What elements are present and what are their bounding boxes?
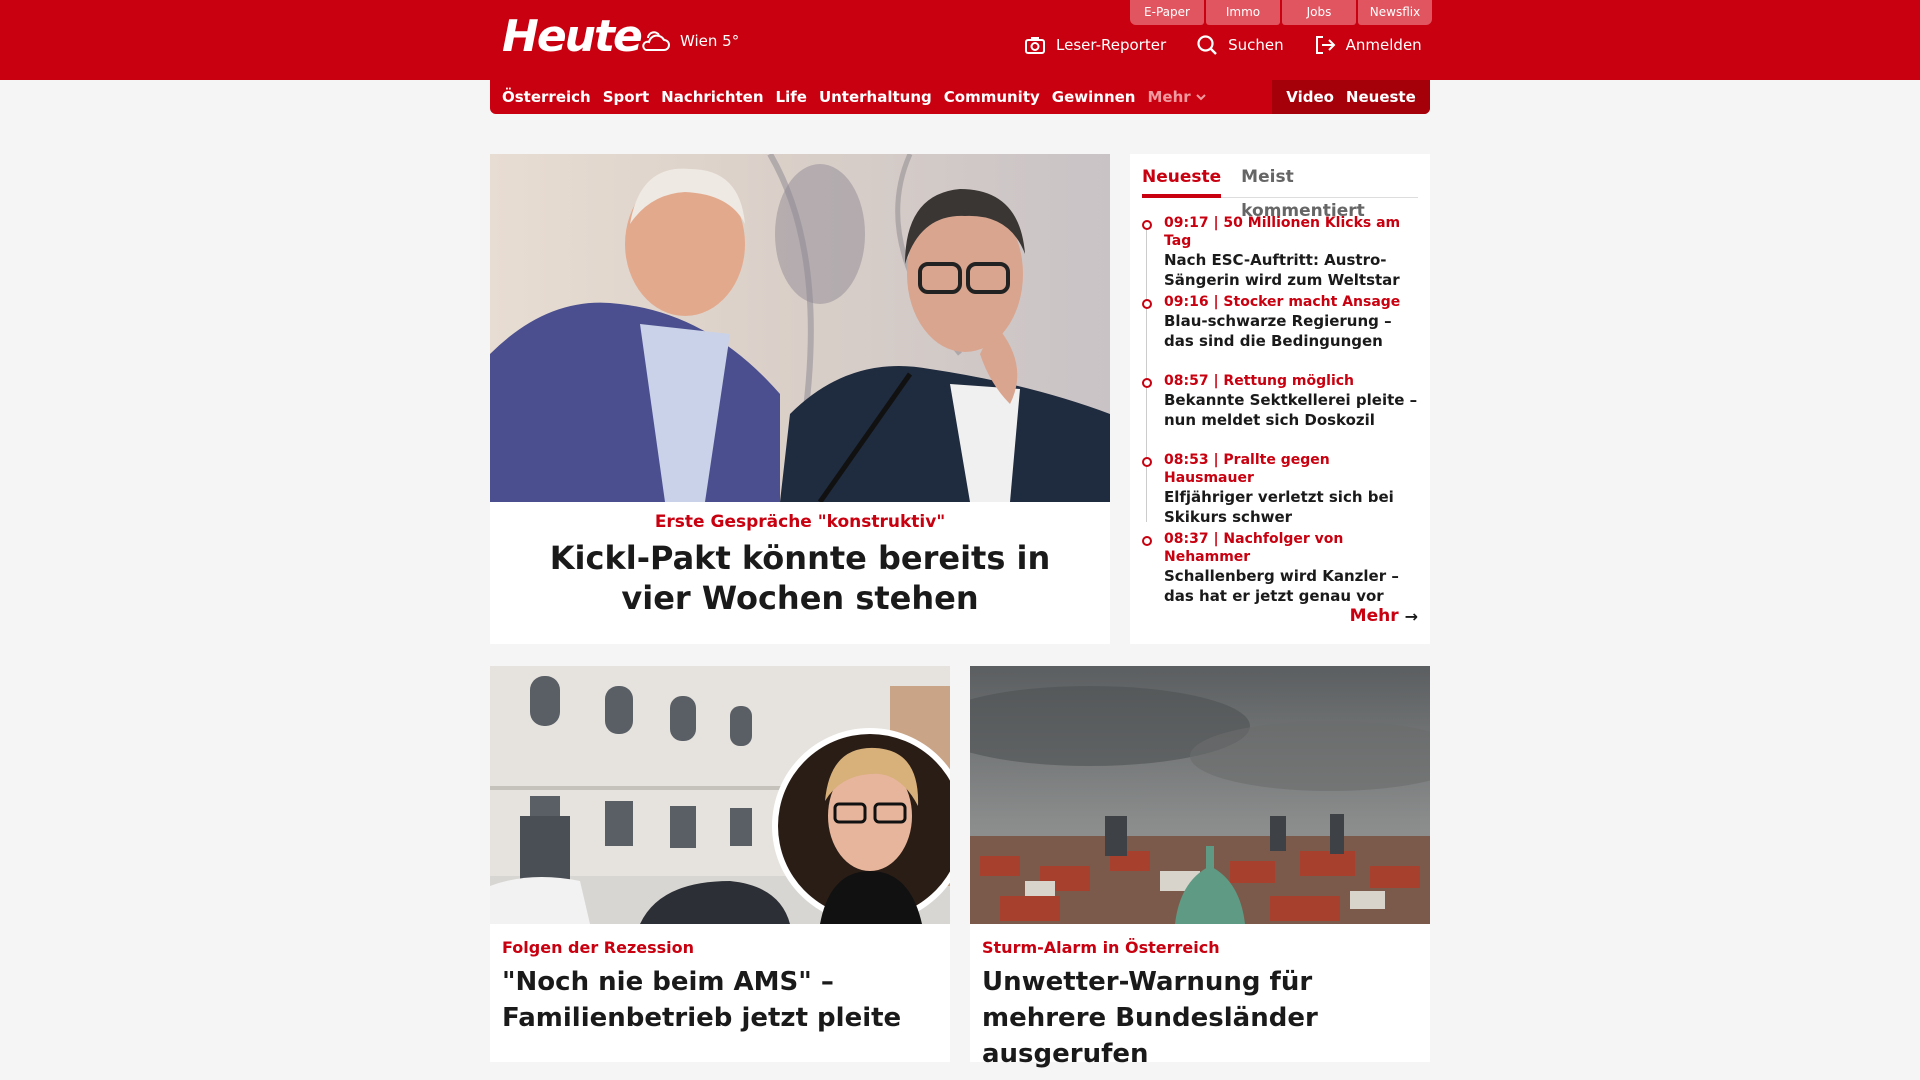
article-image[interactable]	[970, 666, 1430, 924]
top-link-epaper[interactable]: E-Paper	[1130, 0, 1204, 25]
nav-item-life[interactable]: Life	[776, 88, 807, 106]
hero-image[interactable]	[490, 154, 1110, 502]
list-item-title[interactable]: Nach ESC-Auftritt: Austro-Sängerin wird …	[1164, 250, 1422, 290]
article-title[interactable]: Unwetter-Warnung für mehrere Bundeslände…	[982, 964, 1422, 1072]
list-item-kicker: 09:16 | Stocker macht Ansage	[1164, 294, 1401, 310]
list-item[interactable]: 08:53 | Prallte gegen Hausmauer Elfjähri…	[1142, 451, 1422, 530]
nav-item-gewinnen[interactable]: Gewinnen	[1052, 88, 1136, 106]
nav-more-label: Mehr	[1147, 88, 1191, 106]
nav-item-nachrichten[interactable]: Nachrichten	[661, 88, 763, 106]
leser-reporter-label: Leser-Reporter	[1056, 36, 1167, 54]
timeline-dot	[1142, 299, 1152, 309]
top-link-immo[interactable]: Immo	[1206, 0, 1280, 25]
login-icon	[1315, 36, 1336, 54]
nav-item-oesterreich[interactable]: Österreich	[502, 88, 591, 106]
nav-item-neueste[interactable]: Neueste	[1346, 88, 1416, 106]
nav-item-video[interactable]: Video	[1286, 88, 1334, 106]
list-item-kicker: 08:37 | Nachfolger von Nehammer	[1164, 531, 1344, 565]
list-item-title[interactable]: Blau-schwarze Regierung – das sind die B…	[1164, 311, 1422, 351]
login-label: Anmelden	[1345, 36, 1422, 54]
nav-items: Österreich Sport Nachrichten Life Unterh…	[502, 80, 1207, 114]
list-item[interactable]: 08:57 | Rettung möglich Bekannte Sektkel…	[1142, 372, 1422, 451]
article-title[interactable]: "Noch nie beim AMS" – Familienbetrieb je…	[502, 964, 942, 1036]
header-actions: Leser-Reporter Suchen Anmelden	[1024, 34, 1422, 56]
sidebar-tabs: Neueste Meist kommentiert	[1142, 160, 1418, 221]
top-menu: E-Paper Immo Jobs Newsflix	[1130, 0, 1432, 25]
hero-kicker: Erste Gespräche "konstruktiv"	[654, 512, 946, 532]
site-header: Heute Wien 5° E-Paper Immo Jobs Newsflix…	[0, 0, 1920, 80]
weather-widget[interactable]: Wien 5°	[638, 26, 739, 56]
list-item-title[interactable]: Bekannte Sektkellerei pleite – nun melde…	[1164, 390, 1422, 430]
article-card[interactable]: Folgen der Rezession "Noch nie beim AMS"…	[490, 666, 950, 1062]
article-kicker: Folgen der Rezession	[502, 938, 695, 957]
camera-icon	[1025, 37, 1045, 54]
timeline-dot	[1142, 220, 1152, 230]
list-item-kicker: 08:57 | Rettung möglich	[1164, 373, 1355, 389]
nav-right: Video Neueste	[1272, 80, 1430, 114]
leser-reporter-button[interactable]: Leser-Reporter	[1024, 34, 1166, 56]
list-item[interactable]: 09:17 | 50 Millionen Klicks am Tag Nach …	[1142, 214, 1422, 293]
timeline-dot	[1142, 536, 1152, 546]
search-icon	[1197, 35, 1217, 55]
top-link-jobs[interactable]: Jobs	[1282, 0, 1356, 25]
arrow-right-icon: →	[1404, 606, 1418, 626]
list-item-kicker: 09:17 | 50 Millionen Klicks am Tag	[1164, 215, 1401, 249]
weather-label: Wien 5°	[680, 32, 740, 50]
more-label: Mehr	[1349, 606, 1399, 626]
login-button[interactable]: Anmelden	[1314, 34, 1422, 56]
tab-meist-kommentiert[interactable]: Meist kommentiert	[1241, 160, 1418, 221]
timeline-dot	[1142, 457, 1152, 467]
latest-news-sidebar: Neueste Meist kommentiert 09:17 | 50 Mil…	[1130, 154, 1430, 644]
top-link-newsflix[interactable]: Newsflix	[1358, 0, 1432, 25]
nav-more-dropdown[interactable]: Mehr	[1147, 88, 1206, 106]
list-item-title[interactable]: Elfjähriger verletzt sich bei Skikurs sc…	[1164, 487, 1422, 527]
list-item-kicker: 08:53 | Prallte gegen Hausmauer	[1164, 452, 1330, 486]
hero-title[interactable]: Kickl-Pakt könnte bereits in vier Wochen…	[520, 538, 1080, 618]
cloud-sun-icon	[642, 31, 670, 51]
list-item[interactable]: 09:16 | Stocker macht Ansage Blau-schwar…	[1142, 293, 1422, 372]
list-item-title[interactable]: Schallenberg wird Kanzler – das hat er j…	[1164, 566, 1422, 606]
list-item[interactable]: 08:37 | Nachfolger von Nehammer Schallen…	[1142, 530, 1422, 609]
more-link[interactable]: Mehr →	[1350, 606, 1418, 626]
nav-item-sport[interactable]: Sport	[603, 88, 649, 106]
tab-neueste[interactable]: Neueste	[1142, 160, 1222, 198]
timeline-dot	[1142, 378, 1152, 388]
main-nav: Österreich Sport Nachrichten Life Unterh…	[490, 80, 1430, 114]
article-card[interactable]: Sturm-Alarm in Österreich Unwetter-Warnu…	[970, 666, 1430, 1069]
article-image[interactable]	[490, 666, 950, 924]
chevron-down-icon	[1195, 94, 1206, 101]
hero-article[interactable]: Erste Gespräche "konstruktiv" Kickl-Pakt…	[490, 154, 1110, 644]
nav-item-community[interactable]: Community	[944, 88, 1040, 106]
news-timeline: 09:17 | 50 Millionen Klicks am Tag Nach …	[1142, 214, 1422, 609]
nav-item-unterhaltung[interactable]: Unterhaltung	[819, 88, 932, 106]
site-logo[interactable]: Heute	[502, 12, 643, 62]
search-button[interactable]: Suchen	[1196, 34, 1284, 56]
article-kicker: Sturm-Alarm in Österreich	[982, 938, 1220, 957]
search-label: Suchen	[1228, 36, 1284, 54]
